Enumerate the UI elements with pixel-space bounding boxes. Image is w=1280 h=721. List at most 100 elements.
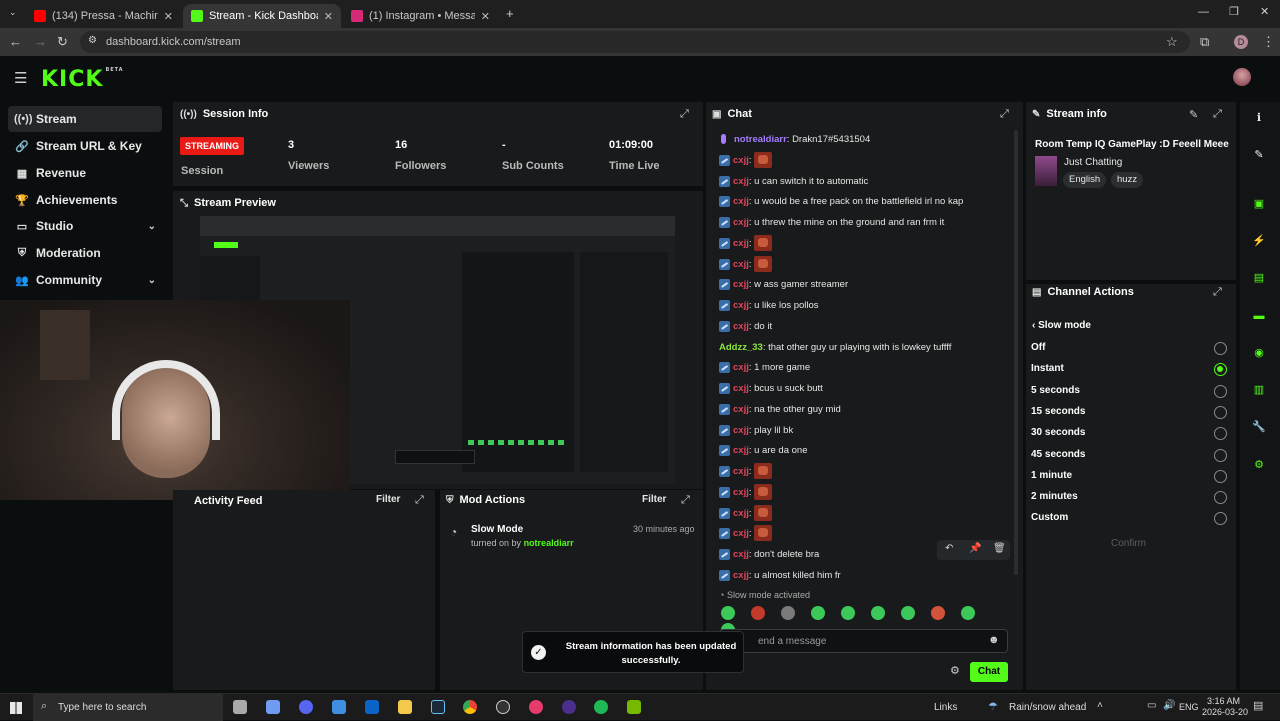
browser-tab-kick[interactable]: Stream - Kick Dashboard ✕ bbox=[183, 4, 341, 28]
chat-message[interactable]: cxjj: na the other guy mid bbox=[719, 401, 841, 417]
chat-message[interactable]: cxjj: bcus u suck butt bbox=[719, 380, 823, 396]
slow-mode-option-label[interactable]: Custom bbox=[1031, 512, 1068, 523]
chat-message[interactable]: cxjj: u like los pollos bbox=[719, 297, 819, 313]
slow-mode-radio[interactable] bbox=[1214, 363, 1227, 376]
chat-message[interactable]: cxjj: u can switch it to automatic bbox=[719, 173, 868, 189]
sidebar-item-studio[interactable]: ▭ Studio ⌄ bbox=[8, 213, 162, 239]
chat-message[interactable]: cxjj: do it bbox=[719, 318, 772, 334]
emote-button[interactable] bbox=[961, 606, 975, 620]
confirm-button[interactable]: Confirm bbox=[1111, 538, 1146, 549]
emote-button[interactable] bbox=[811, 606, 825, 620]
chat-username[interactable]: Addzz_33 bbox=[719, 342, 763, 353]
lightning-icon[interactable]: ⚡ bbox=[1250, 232, 1268, 250]
chat-message[interactable]: cxjj: 1 more game bbox=[719, 359, 810, 375]
chat-username[interactable]: cxjj bbox=[733, 528, 749, 539]
chat-message[interactable]: cxjj: play lil bk bbox=[719, 422, 793, 438]
taskbar-search[interactable]: ⌕ Type here to search bbox=[33, 694, 223, 721]
popout-icon[interactable]: ⤢ bbox=[681, 494, 690, 507]
chat-username[interactable]: cxjj bbox=[733, 300, 749, 311]
chat-message[interactable]: cxjj: u are da one bbox=[719, 442, 808, 458]
layout-icon[interactable]: ▥ bbox=[1250, 381, 1268, 399]
slow-mode-radio[interactable] bbox=[1214, 491, 1227, 504]
document-icon[interactable]: ▤ bbox=[1250, 269, 1268, 287]
reload-icon[interactable]: ↻ bbox=[57, 35, 68, 48]
itunes-icon[interactable] bbox=[529, 700, 543, 714]
browser-tab-instagram[interactable]: (1) Instagram • Messages ✕ bbox=[343, 4, 498, 28]
sidebar-item-revenue[interactable]: ▦ Revenue bbox=[8, 160, 162, 186]
new-tab-icon[interactable]: + bbox=[506, 7, 514, 20]
browser-tab-youtube[interactable]: (134) Pressa - Machine Gun (Of ✕ bbox=[26, 4, 181, 28]
chat-input[interactable]: end a message ☻ bbox=[719, 629, 1008, 653]
chevron-down-icon[interactable]: ⌄ bbox=[148, 221, 156, 232]
chat-username[interactable]: cxjj bbox=[733, 362, 749, 373]
slow-mode-back[interactable]: ‹ Slow mode bbox=[1032, 320, 1091, 331]
broadcast-icon[interactable]: ◉ bbox=[1250, 344, 1268, 362]
popout-icon[interactable]: ⤢ bbox=[680, 108, 689, 121]
sidebar-item-stream-url-key[interactable]: 🔗 Stream URL & Key bbox=[8, 133, 162, 159]
sidebar-item-community[interactable]: 👥 Community ⌄ bbox=[8, 267, 162, 293]
close-tab-icon[interactable]: ✕ bbox=[481, 10, 490, 23]
clock-date[interactable]: 2026-03-20 bbox=[1202, 707, 1248, 717]
site-info-icon[interactable]: ⚙ bbox=[88, 36, 97, 46]
chat-message[interactable]: cxjj: w ass gamer streamer bbox=[719, 276, 848, 292]
chat-username[interactable]: cxjj bbox=[733, 279, 749, 290]
chat-message[interactable]: cxjj: bbox=[719, 152, 772, 168]
slow-mode-radio[interactable] bbox=[1214, 342, 1227, 355]
volume-icon[interactable]: 🔊 bbox=[1163, 701, 1175, 711]
emote-button[interactable] bbox=[931, 606, 945, 620]
app-icon[interactable] bbox=[562, 700, 576, 714]
chat-username[interactable]: cxjj bbox=[733, 508, 749, 519]
chat-message[interactable]: Addzz_33: that other guy ur playing with… bbox=[719, 339, 951, 355]
tray-chevron-icon[interactable]: ˄ bbox=[1097, 701, 1103, 711]
sidebar-item-moderation[interactable]: ⛨ Moderation bbox=[8, 240, 162, 266]
taskview-icon[interactable] bbox=[233, 700, 247, 714]
emote-button[interactable] bbox=[721, 606, 735, 620]
copilot-icon[interactable] bbox=[266, 700, 280, 714]
slow-mode-option-label[interactable]: 5 seconds bbox=[1031, 385, 1080, 396]
activity-filter-button[interactable]: Filter bbox=[376, 494, 400, 505]
emote-button[interactable] bbox=[781, 606, 795, 620]
slow-mode-option-label[interactable]: 2 minutes bbox=[1031, 491, 1078, 502]
chat-username[interactable]: cxjj bbox=[733, 383, 749, 394]
obs-icon[interactable] bbox=[496, 700, 510, 714]
delete-icon[interactable]: 🗑 bbox=[993, 544, 1006, 554]
crop-icon[interactable]: ▣ bbox=[1250, 195, 1268, 213]
chat-username[interactable]: cxjj bbox=[733, 217, 749, 228]
discord-icon[interactable] bbox=[299, 700, 313, 714]
chat-username[interactable]: cxjj bbox=[733, 259, 749, 270]
clock-time[interactable]: 3:16 AM bbox=[1207, 696, 1240, 706]
reply-icon[interactable]: ↶ bbox=[945, 544, 953, 554]
chevron-down-icon[interactable]: ⌄ bbox=[148, 275, 156, 286]
popout-icon[interactable]: ⤢ bbox=[1213, 286, 1222, 299]
chat-message[interactable]: cxjj: u almost killed him fr bbox=[719, 567, 841, 583]
bookmark-star-icon[interactable]: ☆ bbox=[1166, 35, 1178, 48]
close-tab-icon[interactable]: ✕ bbox=[324, 10, 333, 23]
mod-username-link[interactable]: notrealdiarr bbox=[524, 538, 574, 548]
popout-icon[interactable]: ⤢ bbox=[415, 494, 424, 507]
chat-username[interactable]: notrealdiarr bbox=[734, 134, 787, 145]
slow-mode-option-label[interactable]: 15 seconds bbox=[1031, 406, 1085, 417]
emote-button[interactable] bbox=[901, 606, 915, 620]
minimize-icon[interactable]: — bbox=[1198, 7, 1209, 18]
emote-button[interactable] bbox=[871, 606, 885, 620]
pin-icon[interactable]: 📌 bbox=[969, 544, 981, 554]
chat-message[interactable]: cxjj: bbox=[719, 463, 772, 479]
browser-menu-icon[interactable]: ⋮ bbox=[1262, 35, 1275, 48]
chat-username[interactable]: cxjj bbox=[733, 196, 749, 207]
kick-logo[interactable]: KICK BETA bbox=[41, 67, 124, 92]
forward-icon[interactable]: → bbox=[34, 35, 47, 48]
language-indicator[interactable]: ENG bbox=[1179, 702, 1199, 712]
steam-icon[interactable] bbox=[431, 700, 445, 714]
chat-send-button[interactable]: Chat bbox=[970, 662, 1008, 682]
close-tab-icon[interactable]: ✕ bbox=[164, 10, 173, 23]
chat-username[interactable]: cxjj bbox=[733, 321, 749, 332]
outlook-icon[interactable] bbox=[365, 700, 379, 714]
chat-message[interactable]: cxjj: don't delete bra bbox=[719, 546, 819, 562]
nvidia-icon[interactable] bbox=[627, 700, 641, 714]
chat-message[interactable]: cxjj: bbox=[719, 505, 772, 521]
wrench-icon[interactable]: 🔧 bbox=[1250, 418, 1268, 436]
chat-message[interactable]: cxjj: u threw the mine on the ground and… bbox=[719, 214, 944, 230]
chat-username[interactable]: cxjj bbox=[733, 425, 749, 436]
windows-start-icon[interactable] bbox=[10, 702, 22, 714]
chat-message[interactable]: cxjj: bbox=[719, 484, 772, 500]
